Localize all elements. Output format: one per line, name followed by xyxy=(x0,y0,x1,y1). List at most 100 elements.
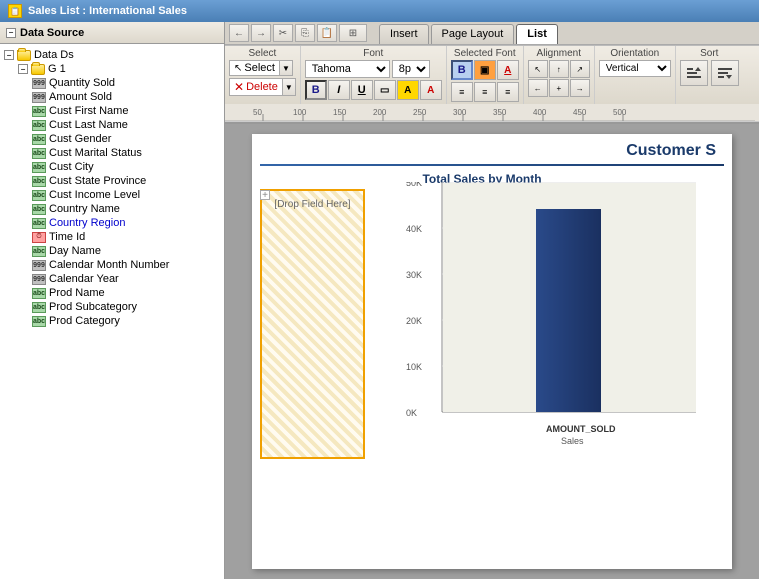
sf-align-right[interactable]: ≡ xyxy=(497,82,519,102)
field-prod-name[interactable]: abc Prod Name xyxy=(28,286,224,300)
tab-page-layout[interactable]: Page Layout xyxy=(431,24,515,44)
field-type-icon-abc: abc xyxy=(32,246,46,257)
highlight-button[interactable]: A xyxy=(397,80,419,100)
selected-font-content: B ▣ A ≡ ≡ ≡ xyxy=(451,60,519,102)
main-container: − Data Source − Data Ds − G 1 999 Quanti… xyxy=(0,22,759,579)
root-expand-icon[interactable]: − xyxy=(4,50,14,60)
field-prod-category[interactable]: abc Prod Category xyxy=(28,314,224,328)
sf-text-color-button[interactable]: A xyxy=(497,60,519,80)
toolbar-section-select: Select ↖ Select ▼ xyxy=(225,46,301,104)
field-label: Calendar Month Number xyxy=(49,259,169,271)
color-button[interactable]: A xyxy=(420,80,442,100)
field-label: Prod Category xyxy=(49,315,120,327)
nav-cut-btn[interactable]: ✂ xyxy=(273,24,293,42)
tree-root[interactable]: − Data Ds xyxy=(0,48,224,62)
svg-text:AMOUNT_SOLD: AMOUNT_SOLD xyxy=(546,424,616,434)
sf-align-center[interactable]: ≡ xyxy=(474,82,496,102)
field-label: Quantity Sold xyxy=(49,77,115,89)
italic-button[interactable]: I xyxy=(328,80,350,100)
panel-collapse-icon[interactable]: − xyxy=(6,28,16,38)
border-button[interactable]: ▭ xyxy=(374,80,396,100)
toolbar-section-font: Font Tahoma 8pt xyxy=(301,46,447,104)
delete-button[interactable]: ✕ Delete xyxy=(229,78,283,96)
field-cust-state-province[interactable]: abc Cust State Province xyxy=(28,174,224,188)
align-top-left[interactable]: ↖ xyxy=(528,60,548,78)
field-time-id[interactable]: ⏱ Time Id xyxy=(28,230,224,244)
panel-title: Data Source xyxy=(20,27,84,39)
nav-back-btn[interactable]: ← xyxy=(229,24,249,42)
field-label: Amount Sold xyxy=(49,91,112,103)
field-country-region[interactable]: abc Country Region xyxy=(28,216,224,230)
svg-text:100: 100 xyxy=(293,108,307,117)
delete-dropdown[interactable]: ▼ xyxy=(283,78,296,96)
field-cust-city[interactable]: abc Cust City xyxy=(28,160,224,174)
window-title: Sales List : International Sales xyxy=(28,5,187,17)
field-prod-subcategory[interactable]: abc Prod Subcategory xyxy=(28,300,224,314)
drop-field-area[interactable]: [Drop Field Here] xyxy=(260,189,365,459)
svg-text:200: 200 xyxy=(373,108,387,117)
field-amount-sold[interactable]: 999 Amount Sold xyxy=(28,90,224,104)
app-icon: 📋 xyxy=(8,4,22,18)
field-type-icon-abc: abc xyxy=(32,162,46,173)
field-cust-first-name[interactable]: abc Cust First Name xyxy=(28,104,224,118)
field-type-icon-abc: abc xyxy=(32,204,46,215)
align-mid-center[interactable]: + xyxy=(549,79,569,97)
alignment-group: ↖ ↑ ↗ ← + → xyxy=(528,60,590,97)
font-size-select[interactable]: 8pt xyxy=(392,60,430,78)
nav-insert-btn[interactable]: ⊞ xyxy=(339,24,367,42)
orientation-content: Vertical Horizontal xyxy=(599,60,671,77)
nav-paste-btn[interactable]: 📋 xyxy=(317,24,337,42)
align-top-right[interactable]: ↗ xyxy=(570,60,590,78)
tab-list[interactable]: List xyxy=(516,24,558,44)
field-cust-income-level[interactable]: abc Cust Income Level xyxy=(28,188,224,202)
drop-area-expand-icon[interactable]: + xyxy=(260,190,270,200)
sf-highlight-button[interactable]: ▣ xyxy=(474,60,496,80)
field-type-icon-999: 999 xyxy=(32,78,46,89)
field-cust-last-name[interactable]: abc Cust Last Name xyxy=(28,118,224,132)
sf-bold-button[interactable]: B xyxy=(451,60,473,80)
field-quantity-sold[interactable]: 999 Quantity Sold xyxy=(28,76,224,90)
select-button[interactable]: ↖ Select xyxy=(229,60,280,76)
align-mid-left[interactable]: ← xyxy=(528,79,548,97)
field-label: Cust Income Level xyxy=(49,189,140,201)
root-label: Data Ds xyxy=(34,49,74,61)
sort-asc-button[interactable] xyxy=(680,60,708,86)
group-expand-icon[interactable]: − xyxy=(18,64,28,74)
field-cust-marital-status[interactable]: abc Cust Marital Status xyxy=(28,146,224,160)
tree-view: − Data Ds − G 1 999 Quantity Sold 999 Am… xyxy=(0,44,224,579)
bold-button[interactable]: B xyxy=(305,80,327,100)
sf-align-left[interactable]: ≡ xyxy=(451,82,473,102)
content-area[interactable]: Customer S Total Sales by Month [Drop Fi… xyxy=(225,124,759,579)
svg-text:30K: 30K xyxy=(406,270,422,280)
field-day-name[interactable]: abc Day Name xyxy=(28,244,224,258)
font-name-select[interactable]: Tahoma xyxy=(305,60,390,78)
field-country-name[interactable]: abc Country Name xyxy=(28,202,224,216)
field-calendar-month-number[interactable]: 999 Calendar Month Number xyxy=(28,258,224,272)
ruler: 50 100 150 200 250 300 350 400 4 xyxy=(225,104,759,122)
svg-text:50: 50 xyxy=(253,108,262,117)
field-label: Time Id xyxy=(49,231,85,243)
nav-forward-btn[interactable]: → xyxy=(251,24,271,42)
svg-text:150: 150 xyxy=(333,108,347,117)
svg-text:450: 450 xyxy=(573,108,587,117)
align-mid-right[interactable]: → xyxy=(570,79,590,97)
field-calendar-year[interactable]: 999 Calendar Year xyxy=(28,272,224,286)
panel-header: − Data Source xyxy=(0,22,224,44)
page-canvas: Customer S Total Sales by Month [Drop Fi… xyxy=(252,134,732,569)
field-label: Cust Last Name xyxy=(49,119,128,131)
field-label: Calendar Year xyxy=(49,273,119,285)
nav-copy-btn[interactable]: ⎘ xyxy=(295,24,315,42)
tab-insert[interactable]: Insert xyxy=(379,24,429,44)
orientation-select[interactable]: Vertical Horizontal xyxy=(599,60,671,77)
field-cust-gender[interactable]: abc Cust Gender xyxy=(28,132,224,146)
font-section-label: Font xyxy=(305,48,442,60)
align-top-center[interactable]: ↑ xyxy=(549,60,569,78)
select-section-content: ↖ Select ▼ ✕ Delete ▼ xyxy=(229,60,296,96)
sort-desc-button[interactable] xyxy=(711,60,739,86)
select-dropdown[interactable]: ▼ xyxy=(280,60,293,76)
tree-group[interactable]: − G 1 xyxy=(14,62,224,76)
field-label: Cust First Name xyxy=(49,105,128,117)
left-panel: − Data Source − Data Ds − G 1 999 Quanti… xyxy=(0,22,225,579)
svg-text:40K: 40K xyxy=(406,224,422,234)
underline-button[interactable]: U xyxy=(351,80,373,100)
